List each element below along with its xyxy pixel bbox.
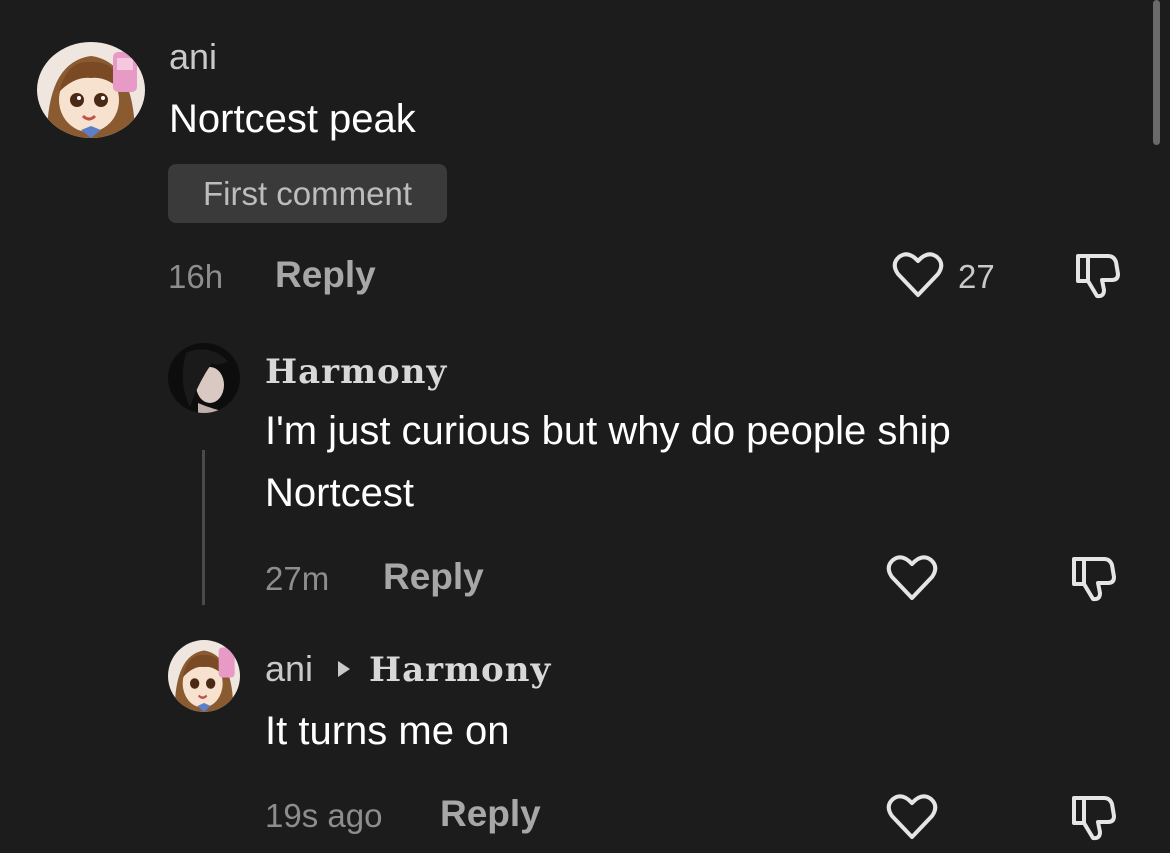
comment-timestamp: 19s ago [265, 797, 383, 834]
heart-icon[interactable] [892, 250, 944, 300]
comment-timestamp: 27m [265, 560, 330, 597]
comment-text: Nortcest peak [169, 97, 416, 141]
comment-text: It turns me on [265, 709, 510, 753]
thumbs-down-icon[interactable] [1070, 250, 1122, 300]
reply-button[interactable]: Reply [275, 254, 376, 296]
thumbs-down-icon[interactable] [1066, 792, 1118, 842]
reply-arrow-icon [335, 658, 353, 685]
comment-username[interactable]: ani [265, 648, 313, 690]
avatar-harmony[interactable] [168, 343, 240, 413]
like-count: 27 [958, 258, 995, 295]
reply-button[interactable]: Reply [383, 556, 484, 598]
comment-text-line1: I'm just curious but why do people ship [265, 409, 951, 453]
avatar-ani[interactable] [37, 42, 145, 138]
scrollbar[interactable] [1153, 0, 1160, 145]
comment-username[interactable]: ani [169, 36, 217, 78]
heart-icon[interactable] [886, 553, 938, 603]
thread-line [202, 450, 205, 605]
comment-text-line2: Nortcest [265, 471, 414, 515]
reply-button[interactable]: Reply [440, 793, 541, 835]
heart-icon[interactable] [886, 792, 938, 842]
reply-to-username[interactable]: Harmony [369, 650, 551, 690]
comment-username[interactable]: Harmony [265, 352, 447, 392]
comment-timestamp: 16h [168, 258, 224, 295]
avatar-ani[interactable] [168, 640, 240, 712]
first-comment-badge: First comment [168, 164, 447, 223]
thumbs-down-icon[interactable] [1066, 553, 1118, 603]
